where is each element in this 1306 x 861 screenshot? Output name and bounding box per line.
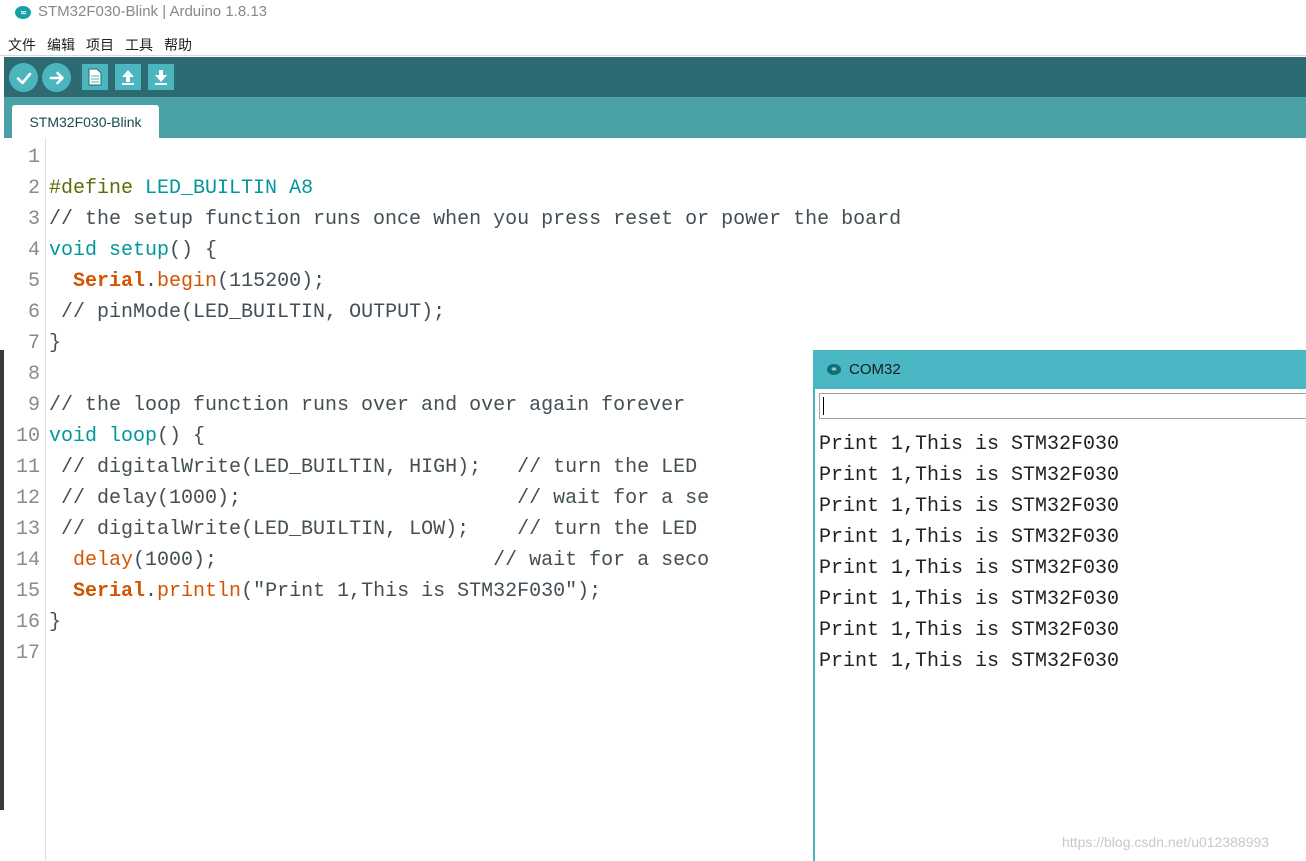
line-number: 9 <box>27 394 40 417</box>
serial-output-line: Print 1,This is STM32F030 <box>819 557 1120 580</box>
verify-button[interactable] <box>9 63 38 92</box>
new-sketch-button[interactable] <box>82 64 108 90</box>
open-button[interactable] <box>115 64 141 90</box>
serial-monitor-titlebar[interactable]: ∞ COM32 <box>815 351 1306 389</box>
line-number: 3 <box>27 208 40 231</box>
menu-file[interactable]: 文件 <box>8 35 36 55</box>
serial-output-line: Print 1,This is STM32F030 <box>819 464 1120 487</box>
serial-monitor-title: COM32 <box>849 361 901 378</box>
line-number: 10 <box>15 425 40 448</box>
menu-help[interactable]: 帮助 <box>164 35 192 55</box>
line-number: 16 <box>15 611 40 634</box>
verify-icon <box>16 72 31 84</box>
line-number: 15 <box>15 580 40 603</box>
watermark: https://blog.csdn.net/u012388993 <box>1062 834 1270 850</box>
code-line: Serial.begin(115200); <box>73 270 326 293</box>
upload-icon <box>49 71 64 84</box>
line-number: 5 <box>27 270 40 293</box>
menu-sketch[interactable]: 项目 <box>86 35 114 55</box>
line-number: 2 <box>27 177 40 200</box>
code-line: #define LED_BUILTIN A8 <box>49 177 314 200</box>
serial-monitor-window: ∞ COM32 Print 1,This is STM32F030 Print … <box>813 350 1306 861</box>
code-line: } <box>49 611 62 634</box>
gutter-divider <box>45 138 46 861</box>
toolbar <box>4 57 1306 97</box>
serial-output-line: Print 1,This is STM32F030 <box>819 495 1120 518</box>
serial-output-line: Print 1,This is STM32F030 <box>819 619 1120 642</box>
arduino-logo-icon: ∞ <box>15 6 31 19</box>
tab-label: STM32F030-Blink <box>29 113 142 130</box>
code-line: // pinMode(LED_BUILTIN, OUTPUT); <box>61 301 446 324</box>
code-line: // the loop function runs over and over … <box>49 394 686 417</box>
menu-tools[interactable]: 工具 <box>125 35 153 55</box>
tab-stm32f030-blink[interactable]: STM32F030-Blink <box>12 105 159 138</box>
line-number: 17 <box>15 642 40 665</box>
line-number: 8 <box>27 363 40 386</box>
line-number: 4 <box>27 239 40 262</box>
line-number: 13 <box>15 518 40 541</box>
text-caret <box>823 397 824 415</box>
line-number: 14 <box>15 549 40 572</box>
serial-output-line: Print 1,This is STM32F030 <box>819 650 1120 673</box>
tab-bar: STM32F030-Blink <box>4 97 1306 138</box>
title-bar: ∞ STM32F030-Blink | Arduino 1.8.13 <box>0 0 1306 28</box>
line-number: 1 <box>27 146 40 169</box>
code-line: // digitalWrite(LED_BUILTIN, LOW); // tu… <box>61 518 698 541</box>
code-line: Serial.println("Print 1,This is STM32F03… <box>73 580 602 603</box>
code-line: void setup() { <box>49 239 218 262</box>
menu-edit[interactable]: 编辑 <box>47 35 75 55</box>
serial-send-input[interactable] <box>819 393 1306 419</box>
window-title: STM32F030-Blink | Arduino 1.8.13 <box>38 3 268 20</box>
code-line: } <box>49 332 62 355</box>
serial-output-line: Print 1,This is STM32F030 <box>819 433 1120 456</box>
code-line: // delay(1000); // wait for a se <box>61 487 710 510</box>
save-icon <box>155 70 167 85</box>
code-line: // digitalWrite(LED_BUILTIN, HIGH); // t… <box>61 456 698 479</box>
new-icon <box>88 68 102 86</box>
code-line: void loop() { <box>49 425 206 448</box>
line-number: 6 <box>27 301 40 324</box>
open-icon <box>122 70 134 85</box>
line-number: 12 <box>15 487 40 510</box>
upload-button[interactable] <box>42 63 71 92</box>
menu-bar: 文件 编辑 项目 工具 帮助 <box>0 30 1306 56</box>
line-number: 11 <box>15 456 40 479</box>
save-button[interactable] <box>148 64 174 90</box>
arduino-logo-icon: ∞ <box>827 364 841 375</box>
code-line: // the setup function runs once when you… <box>49 208 902 231</box>
serial-output-line: Print 1,This is STM32F030 <box>819 526 1120 549</box>
serial-output-line: Print 1,This is STM32F030 <box>819 588 1120 611</box>
code-line: delay(1000); // wait for a seco <box>73 549 710 572</box>
line-number: 7 <box>27 332 40 355</box>
serial-output-area[interactable]: Print 1,This is STM32F030 Print 1,This i… <box>819 429 1304 849</box>
